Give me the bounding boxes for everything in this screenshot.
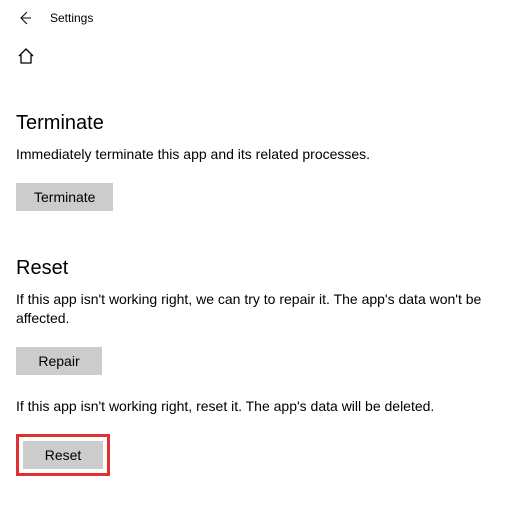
content: Terminate Immediately terminate this app… bbox=[0, 112, 523, 476]
reset-desc: If this app isn't working right, reset i… bbox=[16, 397, 496, 417]
home-icon[interactable] bbox=[16, 46, 36, 66]
reset-title: Reset bbox=[16, 257, 507, 280]
reset-button-highlight: Reset bbox=[16, 434, 110, 476]
terminate-button[interactable]: Terminate bbox=[16, 183, 113, 211]
terminate-desc: Immediately terminate this app and its r… bbox=[16, 145, 496, 165]
terminate-title: Terminate bbox=[16, 112, 507, 135]
repair-desc: If this app isn't working right, we can … bbox=[16, 290, 496, 329]
back-icon[interactable] bbox=[16, 10, 32, 26]
home-row bbox=[0, 36, 523, 66]
reset-section: Reset If this app isn't working right, w… bbox=[16, 257, 507, 477]
terminate-section: Terminate Immediately terminate this app… bbox=[16, 112, 507, 211]
header: Settings bbox=[0, 0, 523, 36]
reset-button[interactable]: Reset bbox=[23, 441, 103, 469]
page-title: Settings bbox=[50, 11, 93, 25]
repair-button[interactable]: Repair bbox=[16, 347, 102, 375]
